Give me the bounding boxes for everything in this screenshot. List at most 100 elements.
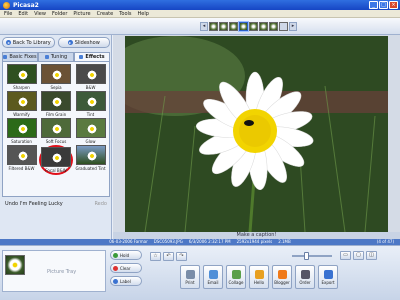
edit-tabs: Basic Fixes Tuning Effects bbox=[2, 52, 110, 61]
effect-focal-bw[interactable]: Focal B&W bbox=[39, 145, 73, 175]
label-label: Label bbox=[120, 278, 131, 284]
tab-effects[interactable]: Effects bbox=[74, 52, 110, 61]
hold-button[interactable]: Hold bbox=[110, 250, 142, 260]
star-icon[interactable]: ☆ bbox=[150, 252, 161, 261]
clear-label: Clear bbox=[120, 265, 131, 271]
effect-label: Focal B&W bbox=[45, 168, 67, 173]
effects-grid: Sharpen Sepia B&W Warmify Film Grain Tin… bbox=[2, 61, 110, 197]
action-buttons: Print Email Collage Hello Blogger Order … bbox=[180, 265, 338, 289]
effect-thumb bbox=[6, 91, 37, 111]
hello-button[interactable]: Hello bbox=[249, 265, 269, 289]
effect-thumb bbox=[6, 145, 37, 165]
action-label: Export bbox=[321, 279, 335, 285]
picture-tray: Picture Tray bbox=[2, 250, 106, 292]
rotate-left-icon[interactable]: ↶ bbox=[163, 252, 174, 261]
caption-field[interactable]: Make a caption! bbox=[113, 232, 400, 239]
effect-soft-focus[interactable]: Soft Focus bbox=[39, 118, 73, 144]
menu-picture[interactable]: Picture bbox=[73, 11, 90, 17]
filmstrip-thumb[interactable] bbox=[269, 22, 278, 31]
print-button[interactable]: Print bbox=[180, 265, 200, 289]
back-to-library-label: Back To Library bbox=[12, 39, 51, 46]
effect-thumb bbox=[41, 91, 71, 111]
effect-bw[interactable]: B&W bbox=[74, 64, 107, 90]
menu-help[interactable]: Help bbox=[138, 11, 149, 17]
filmstrip-prev-button[interactable]: ◂ bbox=[200, 22, 208, 31]
effect-sharpen[interactable]: Sharpen bbox=[5, 64, 38, 90]
clear-icon bbox=[113, 265, 118, 271]
fit-view-icon[interactable]: ▭ bbox=[340, 251, 351, 260]
label-button[interactable]: Label bbox=[110, 276, 142, 286]
tab-basic-fixes[interactable]: Basic Fixes bbox=[2, 52, 38, 61]
back-arrow-icon: ◂ bbox=[5, 40, 11, 45]
effect-film-grain[interactable]: Film Grain bbox=[39, 91, 73, 117]
blogger-button[interactable]: Blogger bbox=[272, 265, 292, 289]
effect-label: Graduated Tint bbox=[75, 166, 106, 171]
effect-thumb bbox=[75, 118, 106, 138]
export-button[interactable]: Export bbox=[318, 265, 338, 289]
blogger-icon bbox=[277, 269, 287, 279]
filmstrip-thumb[interactable] bbox=[249, 22, 258, 31]
zoom-slider-knob[interactable] bbox=[304, 252, 309, 260]
menu-bar: File Edit View Folder Picture Create Too… bbox=[0, 10, 400, 18]
effect-filtered-bw[interactable]: Filtered B&W bbox=[5, 145, 38, 175]
effect-sepia[interactable]: Sepia bbox=[39, 64, 73, 90]
full-view-icon[interactable]: ▢ bbox=[353, 251, 364, 260]
order-button[interactable]: Order bbox=[295, 265, 315, 289]
clear-button[interactable]: Clear bbox=[110, 263, 142, 273]
filmstrip-thumb[interactable] bbox=[219, 22, 228, 31]
tab-tuning[interactable]: Tuning bbox=[38, 52, 74, 61]
rotate-controls: ☆ ↶ ↷ bbox=[150, 252, 187, 261]
action-label: Blogger bbox=[274, 279, 290, 285]
minimize-button[interactable]: _ bbox=[369, 1, 378, 9]
menu-tools[interactable]: Tools bbox=[119, 11, 131, 17]
effect-label: B&W bbox=[85, 85, 96, 90]
sun-icon bbox=[44, 55, 49, 59]
hold-icon bbox=[113, 252, 118, 258]
tab-label: Tuning bbox=[50, 54, 68, 60]
rotate-right-icon[interactable]: ↷ bbox=[176, 252, 187, 261]
tray-thumbnail[interactable] bbox=[5, 255, 25, 275]
daisy-photo[interactable] bbox=[125, 36, 388, 232]
collage-button[interactable]: Collage bbox=[226, 265, 246, 289]
effect-tint[interactable]: Tint bbox=[74, 91, 107, 117]
zoom-icon[interactable] bbox=[279, 22, 288, 31]
effect-saturation[interactable]: Saturation bbox=[5, 118, 38, 144]
filmstrip-thumb-selected[interactable] bbox=[238, 21, 249, 32]
undo-lucky-button[interactable]: Undo I'm Feeling Lucky bbox=[5, 201, 63, 207]
menu-create[interactable]: Create bbox=[97, 11, 114, 17]
menu-view[interactable]: View bbox=[34, 11, 46, 17]
effect-thumb bbox=[41, 118, 71, 138]
filmstrip-thumb[interactable] bbox=[259, 22, 268, 31]
filmstrip-next-button[interactable]: ▸ bbox=[289, 22, 297, 31]
filmstrip-thumb[interactable] bbox=[209, 22, 218, 31]
nav-row: ◂ Back To Library ▸ Slideshow bbox=[2, 37, 110, 49]
back-to-library-button[interactable]: ◂ Back To Library bbox=[2, 37, 55, 48]
action-label: Email bbox=[207, 279, 219, 285]
maximize-button[interactable]: □ bbox=[379, 1, 388, 9]
wrench-icon bbox=[3, 55, 8, 59]
filmstrip: ◂ ▸ bbox=[200, 21, 297, 32]
effect-graduated-tint[interactable]: Graduated Tint bbox=[74, 145, 107, 175]
filmstrip-thumb[interactable] bbox=[229, 22, 238, 31]
slideshow-label: Slideshow bbox=[74, 39, 100, 46]
effect-glow[interactable]: Glow bbox=[74, 118, 107, 144]
close-button[interactable]: × bbox=[389, 1, 398, 9]
compare-view-icon[interactable]: ◫ bbox=[366, 251, 377, 260]
photo-viewer: Make a caption! bbox=[113, 35, 400, 239]
effect-warmify[interactable]: Warmify bbox=[5, 91, 38, 117]
action-label: Print bbox=[185, 279, 195, 285]
redo-button[interactable]: Redo bbox=[94, 201, 107, 207]
cart-icon bbox=[300, 269, 310, 279]
menu-edit[interactable]: Edit bbox=[18, 11, 28, 17]
action-label: Hello bbox=[253, 279, 265, 285]
slideshow-button[interactable]: ▸ Slideshow bbox=[57, 37, 110, 48]
hold-label: Hold bbox=[120, 252, 130, 258]
effect-thumb bbox=[75, 91, 106, 111]
picasa-app-icon bbox=[3, 1, 10, 9]
window-controls: _ □ × bbox=[369, 1, 398, 9]
menu-file[interactable]: File bbox=[4, 11, 12, 17]
menu-folder[interactable]: Folder bbox=[52, 11, 67, 17]
label-icon bbox=[113, 278, 118, 284]
zoom-slider[interactable] bbox=[292, 252, 332, 260]
email-button[interactable]: Email bbox=[203, 265, 223, 289]
